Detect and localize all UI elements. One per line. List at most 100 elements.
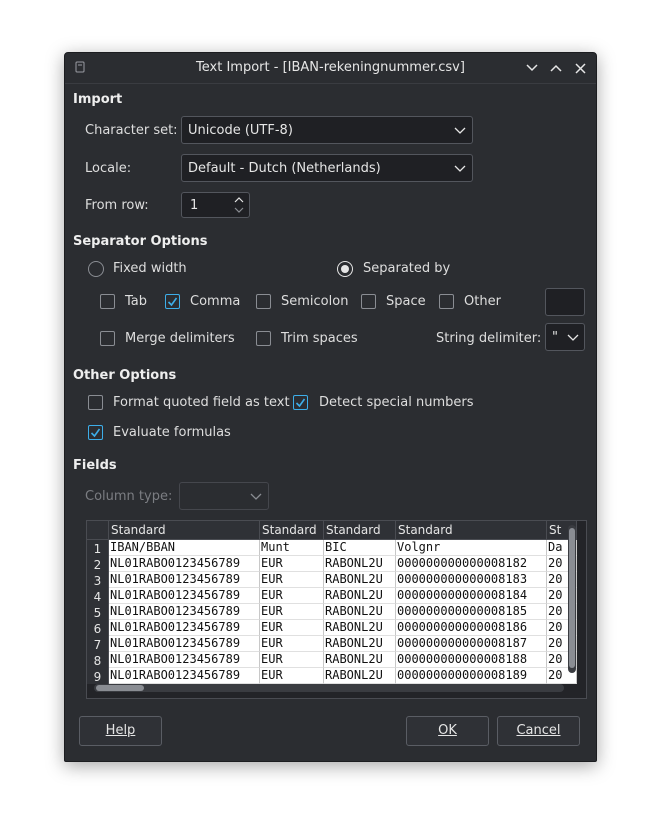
chevron-up-icon bbox=[550, 64, 562, 72]
table-cell: RABONL2U bbox=[324, 652, 396, 668]
row-header: 7 bbox=[87, 636, 109, 652]
table-cell: Volgnr bbox=[396, 540, 547, 556]
vertical-scrollbar[interactable] bbox=[568, 525, 576, 673]
row-header: 3 bbox=[87, 572, 109, 588]
window-title: Text Import - [IBAN-rekeningnummer.csv] bbox=[196, 60, 465, 75]
help-button[interactable]: Help bbox=[79, 716, 162, 746]
fixed-width-radio[interactable] bbox=[88, 261, 104, 277]
row-header: 1 bbox=[87, 540, 109, 556]
space-label: Space bbox=[386, 294, 426, 309]
semicolon-checkbox[interactable] bbox=[256, 294, 271, 309]
titlebar: Text Import - [IBAN-rekeningnummer.csv] bbox=[65, 53, 596, 84]
comma-checkbox[interactable] bbox=[165, 294, 180, 309]
table-cell: 000000000000008188 bbox=[396, 652, 547, 668]
detect-special-label: Detect special numbers bbox=[319, 395, 474, 410]
table-cell: EUR bbox=[260, 668, 324, 684]
other-label: Other bbox=[464, 294, 501, 309]
chevron-down-icon bbox=[567, 334, 579, 341]
close-icon bbox=[574, 62, 586, 74]
column-header[interactable]: Standard bbox=[396, 521, 547, 540]
table-cell: RABONL2U bbox=[324, 636, 396, 652]
ok-button[interactable]: OK bbox=[406, 716, 489, 746]
table-cell: EUR bbox=[260, 556, 324, 572]
semicolon-label: Semicolon bbox=[281, 294, 349, 309]
detect-special-checkbox[interactable] bbox=[293, 395, 308, 410]
minimize-button[interactable] bbox=[523, 59, 541, 77]
table-cell: NL01RABO0123456789 bbox=[109, 556, 260, 572]
table-cell: EUR bbox=[260, 620, 324, 636]
table-cell: NL01RABO0123456789 bbox=[109, 588, 260, 604]
locale-select[interactable]: Default - Dutch (Netherlands) bbox=[181, 154, 473, 182]
fields-heading: Fields bbox=[73, 458, 117, 473]
preview-grid[interactable]: Standard Standard Standard Standard St 1 IBAN/… bbox=[86, 520, 587, 699]
table-cell: RABONL2U bbox=[324, 668, 396, 684]
comma-label: Comma bbox=[190, 294, 241, 309]
row-header: 2 bbox=[87, 556, 109, 572]
cancel-label: Cancel bbox=[516, 723, 561, 738]
table-cell: 000000000000008182 bbox=[396, 556, 547, 572]
chevron-down-icon bbox=[526, 64, 538, 72]
table-cell: IBAN/BBAN bbox=[109, 540, 260, 556]
table-cell: Munt bbox=[260, 540, 324, 556]
import-heading: Import bbox=[73, 92, 123, 107]
locale-label: Locale: bbox=[85, 161, 132, 176]
table-cell: 000000000000008187 bbox=[396, 636, 547, 652]
space-checkbox[interactable] bbox=[361, 294, 376, 309]
fromrow-value: 1 bbox=[190, 198, 199, 213]
chevron-down-icon bbox=[454, 165, 466, 172]
separated-by-radio[interactable] bbox=[337, 261, 353, 277]
tab-checkbox[interactable] bbox=[100, 294, 115, 309]
table-cell: BIC bbox=[324, 540, 396, 556]
cancel-button[interactable]: Cancel bbox=[497, 716, 580, 746]
table-cell: RABONL2U bbox=[324, 556, 396, 572]
spin-down-icon[interactable] bbox=[234, 207, 244, 214]
fromrow-label: From row: bbox=[85, 198, 149, 213]
charset-label: Character set: bbox=[85, 123, 178, 138]
close-button[interactable] bbox=[571, 59, 589, 77]
table-cell: NL01RABO0123456789 bbox=[109, 604, 260, 620]
merge-delimiters-checkbox[interactable] bbox=[100, 331, 115, 346]
row-header: 8 bbox=[87, 652, 109, 668]
column-header[interactable]: Standard bbox=[109, 521, 260, 540]
column-type-select[interactable] bbox=[179, 482, 269, 510]
table-cell: 000000000000008189 bbox=[396, 668, 547, 684]
separator-heading: Separator Options bbox=[73, 234, 208, 249]
table-cell: RABONL2U bbox=[324, 588, 396, 604]
spin-up-icon[interactable] bbox=[234, 196, 244, 203]
fromrow-spinbox[interactable]: 1 bbox=[181, 192, 250, 218]
table-cell: EUR bbox=[260, 636, 324, 652]
table-cell: NL01RABO0123456789 bbox=[109, 636, 260, 652]
checkmark-icon bbox=[90, 428, 101, 438]
scroll-thumb[interactable] bbox=[96, 685, 144, 691]
row-header: 9 bbox=[87, 668, 109, 684]
charset-select[interactable]: Unicode (UTF-8) bbox=[181, 116, 473, 144]
format-quoted-label: Format quoted field as text bbox=[113, 395, 290, 410]
scroll-thumb[interactable] bbox=[569, 528, 575, 668]
table-cell: EUR bbox=[260, 572, 324, 588]
format-quoted-checkbox[interactable] bbox=[88, 395, 103, 410]
table-cell: EUR bbox=[260, 588, 324, 604]
other-checkbox[interactable] bbox=[439, 294, 454, 309]
evaluate-formulas-checkbox[interactable] bbox=[88, 425, 103, 440]
fixed-width-label: Fixed width bbox=[113, 261, 187, 276]
string-delimiter-select[interactable]: " bbox=[545, 323, 585, 351]
trim-spaces-label: Trim spaces bbox=[281, 331, 358, 346]
checkmark-icon bbox=[295, 398, 306, 408]
column-header[interactable]: Standard bbox=[260, 521, 324, 540]
tab-label: Tab bbox=[125, 294, 148, 309]
maximize-button[interactable] bbox=[547, 59, 565, 77]
table-cell: NL01RABO0123456789 bbox=[109, 572, 260, 588]
column-header[interactable]: Standard bbox=[324, 521, 396, 540]
table-cell: EUR bbox=[260, 652, 324, 668]
horizontal-scrollbar[interactable] bbox=[94, 684, 564, 692]
table-cell: RABONL2U bbox=[324, 572, 396, 588]
table-cell: 000000000000008186 bbox=[396, 620, 547, 636]
trim-spaces-checkbox[interactable] bbox=[256, 331, 271, 346]
column-type-label: Column type: bbox=[85, 489, 173, 504]
help-label: Help bbox=[105, 723, 136, 738]
table-cell: NL01RABO0123456789 bbox=[109, 620, 260, 636]
table-cell: 000000000000008184 bbox=[396, 588, 547, 604]
table-cell: 000000000000008185 bbox=[396, 604, 547, 620]
separated-by-label: Separated by bbox=[363, 261, 451, 276]
other-input[interactable] bbox=[545, 288, 585, 316]
